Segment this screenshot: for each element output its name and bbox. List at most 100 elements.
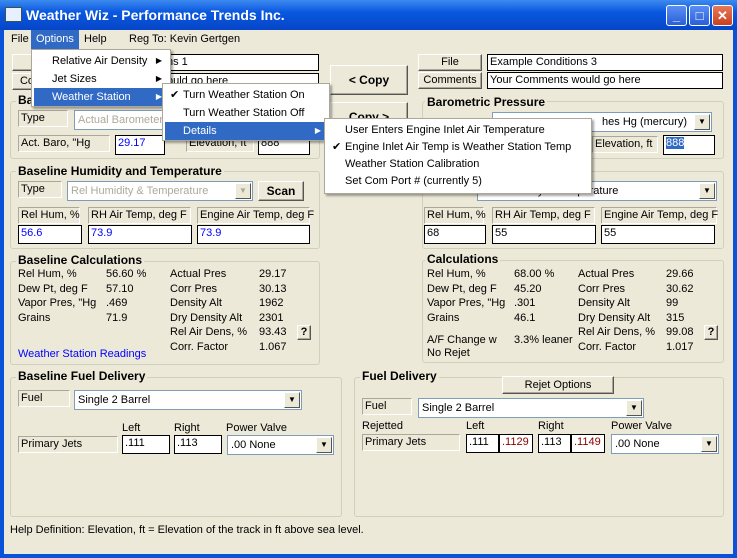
menu-help[interactable]: Help: [79, 30, 112, 49]
right-power-valve-select[interactable]: .00 None ▼: [611, 434, 719, 454]
right-rh-air-temp-field[interactable]: 55: [492, 225, 596, 244]
calc-value: .469: [106, 297, 128, 309]
right-rel-hum-label: Rel Hum, %: [424, 207, 486, 224]
right-power-valve-header: Power Valve: [611, 420, 672, 432]
fuel-select[interactable]: Single 2 Barrel ▼: [74, 390, 302, 410]
title-bar: Weather Wiz - Performance Trends Inc. _ …: [0, 0, 737, 30]
calc-label: Actual Pres: [170, 268, 227, 280]
checkmark-icon: ✔: [170, 89, 180, 101]
right-right-jet-field[interactable]: .113: [538, 434, 571, 453]
right-fuel-select[interactable]: Single 2 Barrel ▼: [418, 398, 644, 418]
calc-value: 1.067: [259, 340, 287, 353]
calc-value: 315: [666, 311, 685, 324]
baro-type-label: Type: [18, 110, 68, 127]
calc-value: 68.00 %: [514, 268, 555, 280]
left-file-field[interactable]: ns 1: [164, 54, 319, 71]
calc-label: Density Alt: [170, 297, 222, 309]
checkmark-icon: ✔: [332, 141, 342, 153]
chevron-down-icon: ▼: [316, 437, 332, 453]
calc-value: 30.62: [666, 282, 694, 295]
calc-label: Rel Hum, %: [18, 268, 77, 280]
right-rh-air-temp-label: RH Air Temp, deg F: [492, 207, 595, 224]
right-rel-hum-field[interactable]: 68: [424, 225, 486, 244]
calc-value: 45.20: [514, 282, 542, 295]
app-window: Weather Wiz - Performance Trends Inc. _ …: [0, 0, 737, 558]
calc-value: 29.66: [666, 268, 694, 280]
chevron-down-icon: ▼: [626, 400, 642, 416]
calc-value: 56.60 %: [106, 268, 147, 280]
right-file-field[interactable]: Example Conditions 3: [487, 54, 723, 71]
menu-item-weather-station[interactable]: Weather Station ▶: [34, 88, 168, 106]
close-button[interactable]: ✕: [712, 5, 733, 26]
chevron-down-icon: ▼: [694, 114, 710, 130]
weather-station-readings-link[interactable]: Weather Station Readings: [18, 348, 146, 360]
calc-value: 29.17: [259, 268, 287, 280]
right-file-button[interactable]: File: [418, 54, 482, 71]
power-valve-value: .00 None: [231, 439, 276, 451]
power-valve-select[interactable]: .00 None ▼: [227, 435, 334, 455]
menu-item-station-calibration[interactable]: Weather Station Calibration: [327, 155, 589, 173]
menu-item-relative-air-density[interactable]: Relative Air Density ▶: [34, 52, 168, 70]
right-comments-field[interactable]: Your Comments would go here: [487, 72, 723, 89]
chevron-down-icon: ▼: [235, 183, 251, 199]
calc-value: 2301: [259, 311, 284, 324]
right-left-jet-header: Left: [466, 420, 485, 432]
right-elevation-field[interactable]: 888: [663, 135, 715, 155]
right-power-valve-value: .00 None: [615, 438, 660, 450]
right-engine-air-temp-field[interactable]: 55: [601, 225, 715, 244]
left-calc-help-button[interactable]: ?: [297, 325, 311, 340]
menu-item-jet-sizes[interactable]: Jet Sizes ▶: [34, 70, 168, 88]
baro-type-select[interactable]: Actual Barometer,: [74, 110, 174, 130]
right-elevation-label: Elevation, ft: [592, 136, 658, 153]
left-jet-header: Left: [122, 422, 141, 434]
details-menu: User Enters Engine Inlet Air Temperature…: [324, 118, 592, 194]
calc-value: .301: [514, 297, 536, 309]
calc-label: Grains: [427, 311, 460, 324]
baseline-calc-title: Baseline Calculations: [16, 253, 145, 267]
calc-label: Grains: [18, 311, 51, 324]
maximize-button[interactable]: □: [689, 5, 710, 26]
right-elevation-value: 888: [666, 137, 685, 149]
menu-item-engine-temp-is-station[interactable]: ✔ Engine Inlet Air Temp is Weather Statio…: [327, 138, 589, 156]
calc-label: Corr. Factor: [578, 340, 637, 353]
rh-air-temp-field[interactable]: 73.9: [88, 225, 192, 244]
hum-type-select[interactable]: Rel Humidity & Temperature ▼: [67, 181, 253, 201]
right-left-jet-field[interactable]: .111: [466, 434, 499, 453]
chevron-right-icon: ▶: [155, 56, 162, 65]
scan-button[interactable]: Scan: [258, 181, 304, 201]
calc-label: Corr Pres: [578, 282, 626, 295]
baro-title: Barometric Pressure: [425, 95, 548, 109]
menu-item-set-com-port[interactable]: Set Com Port # (currently 5): [327, 172, 589, 190]
menubar: File Options Help Reg To: Kevin Gertgen: [4, 30, 733, 49]
calc-value: 46.1: [514, 311, 536, 324]
app-icon: [5, 7, 22, 22]
calc-label: Vapor Pres, "Hg: [427, 297, 506, 309]
menu-item-user-enters-temp[interactable]: User Enters Engine Inlet Air Temperature: [327, 121, 589, 139]
left-jet-field[interactable]: .111: [122, 435, 170, 454]
fuel-value: Single 2 Barrel: [78, 394, 151, 406]
copy-left-button[interactable]: < Copy: [330, 65, 408, 95]
baseline-fuel-title: Baseline Fuel Delivery: [16, 369, 148, 383]
rejet-options-button[interactable]: Rejet Options: [502, 376, 614, 394]
menu-file[interactable]: File: [6, 30, 34, 49]
hum-type-label: Type: [18, 181, 62, 198]
right-jet-field[interactable]: .113: [174, 435, 222, 454]
calc-label: Rel Hum, %: [427, 268, 486, 280]
menu-item-turn-station-on[interactable]: ✔ Turn Weather Station On: [165, 86, 327, 104]
act-baro-label: Act. Baro, "Hg: [18, 135, 110, 152]
calc-label: Dry Density Alt: [578, 311, 651, 324]
registration-label: Reg To: Kevin Gertgen: [129, 33, 241, 45]
calc-label: Rel Air Dens, %: [170, 326, 248, 338]
right-fuel-value: Single 2 Barrel: [422, 402, 495, 414]
fuel-label: Fuel: [18, 390, 70, 407]
menu-item-details[interactable]: Details ▶: [165, 122, 327, 140]
right-calc-help-button[interactable]: ?: [704, 325, 718, 340]
menu-item-turn-station-off[interactable]: Turn Weather Station Off: [165, 104, 327, 122]
engine-air-temp-field[interactable]: 73.9: [197, 225, 310, 244]
right-comments-button[interactable]: Comments: [418, 72, 482, 89]
calc-label: Actual Pres: [578, 268, 635, 280]
minimize-button[interactable]: _: [666, 5, 687, 26]
menu-options[interactable]: Options: [31, 30, 79, 49]
rel-hum-field[interactable]: 56.6: [18, 225, 82, 244]
act-baro-field[interactable]: 29.17: [115, 135, 165, 155]
